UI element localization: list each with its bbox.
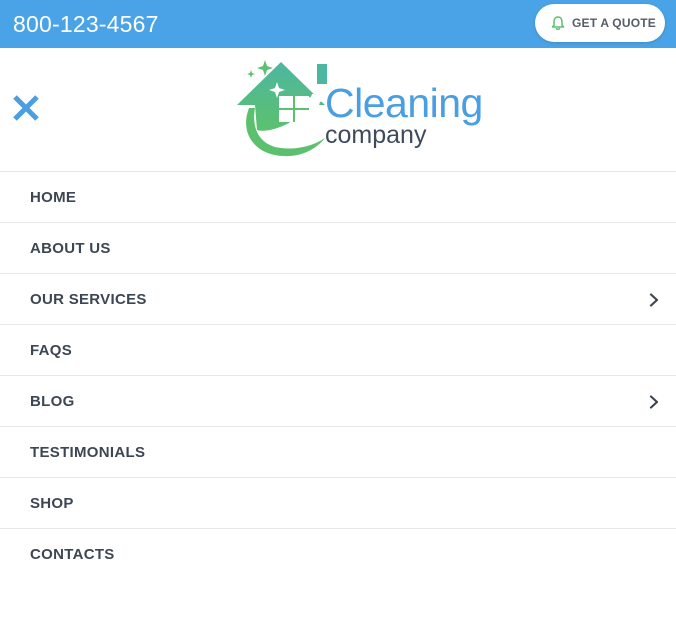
menu-item-label: TESTIMONIALS [30,444,146,461]
house-sparkle-logo-icon [237,60,330,157]
get-a-quote-button[interactable]: GET A QUOTE [535,4,665,42]
menu-item-label: HOME [30,189,77,206]
chevron-right-icon[interactable] [648,293,660,307]
main-menu: HOME ABOUT US OUR SERVICES FAQS BLOG TES… [0,172,676,579]
menu-item-label: SHOP [30,495,74,512]
bell-icon [551,16,565,31]
menu-item-label: OUR SERVICES [30,291,147,308]
menu-item-label: CONTACTS [30,546,115,563]
menu-item-home[interactable]: HOME [0,172,676,223]
menu-item-label: BLOG [30,393,75,410]
header: Cleaning company [0,48,676,172]
menu-item-shop[interactable]: SHOP [0,478,676,529]
logo-word-company: company [325,121,427,149]
top-bar: 800-123-4567 GET A QUOTE [0,0,676,48]
menu-item-contacts[interactable]: CONTACTS [0,529,676,579]
menu-item-about-us[interactable]: ABOUT US [0,223,676,274]
menu-item-label: FAQS [30,342,73,359]
close-icon[interactable] [11,93,41,123]
menu-item-our-services[interactable]: OUR SERVICES [0,274,676,325]
menu-item-testimonials[interactable]: TESTIMONIALS [0,427,676,478]
phone-number[interactable]: 800-123-4567 [13,10,159,38]
logo[interactable]: Cleaning company [235,58,495,160]
menu-item-label: ABOUT US [30,240,111,257]
chevron-right-icon[interactable] [648,395,660,409]
get-a-quote-label: GET A QUOTE [572,16,656,30]
menu-item-faqs[interactable]: FAQS [0,325,676,376]
menu-item-blog[interactable]: BLOG [0,376,676,427]
